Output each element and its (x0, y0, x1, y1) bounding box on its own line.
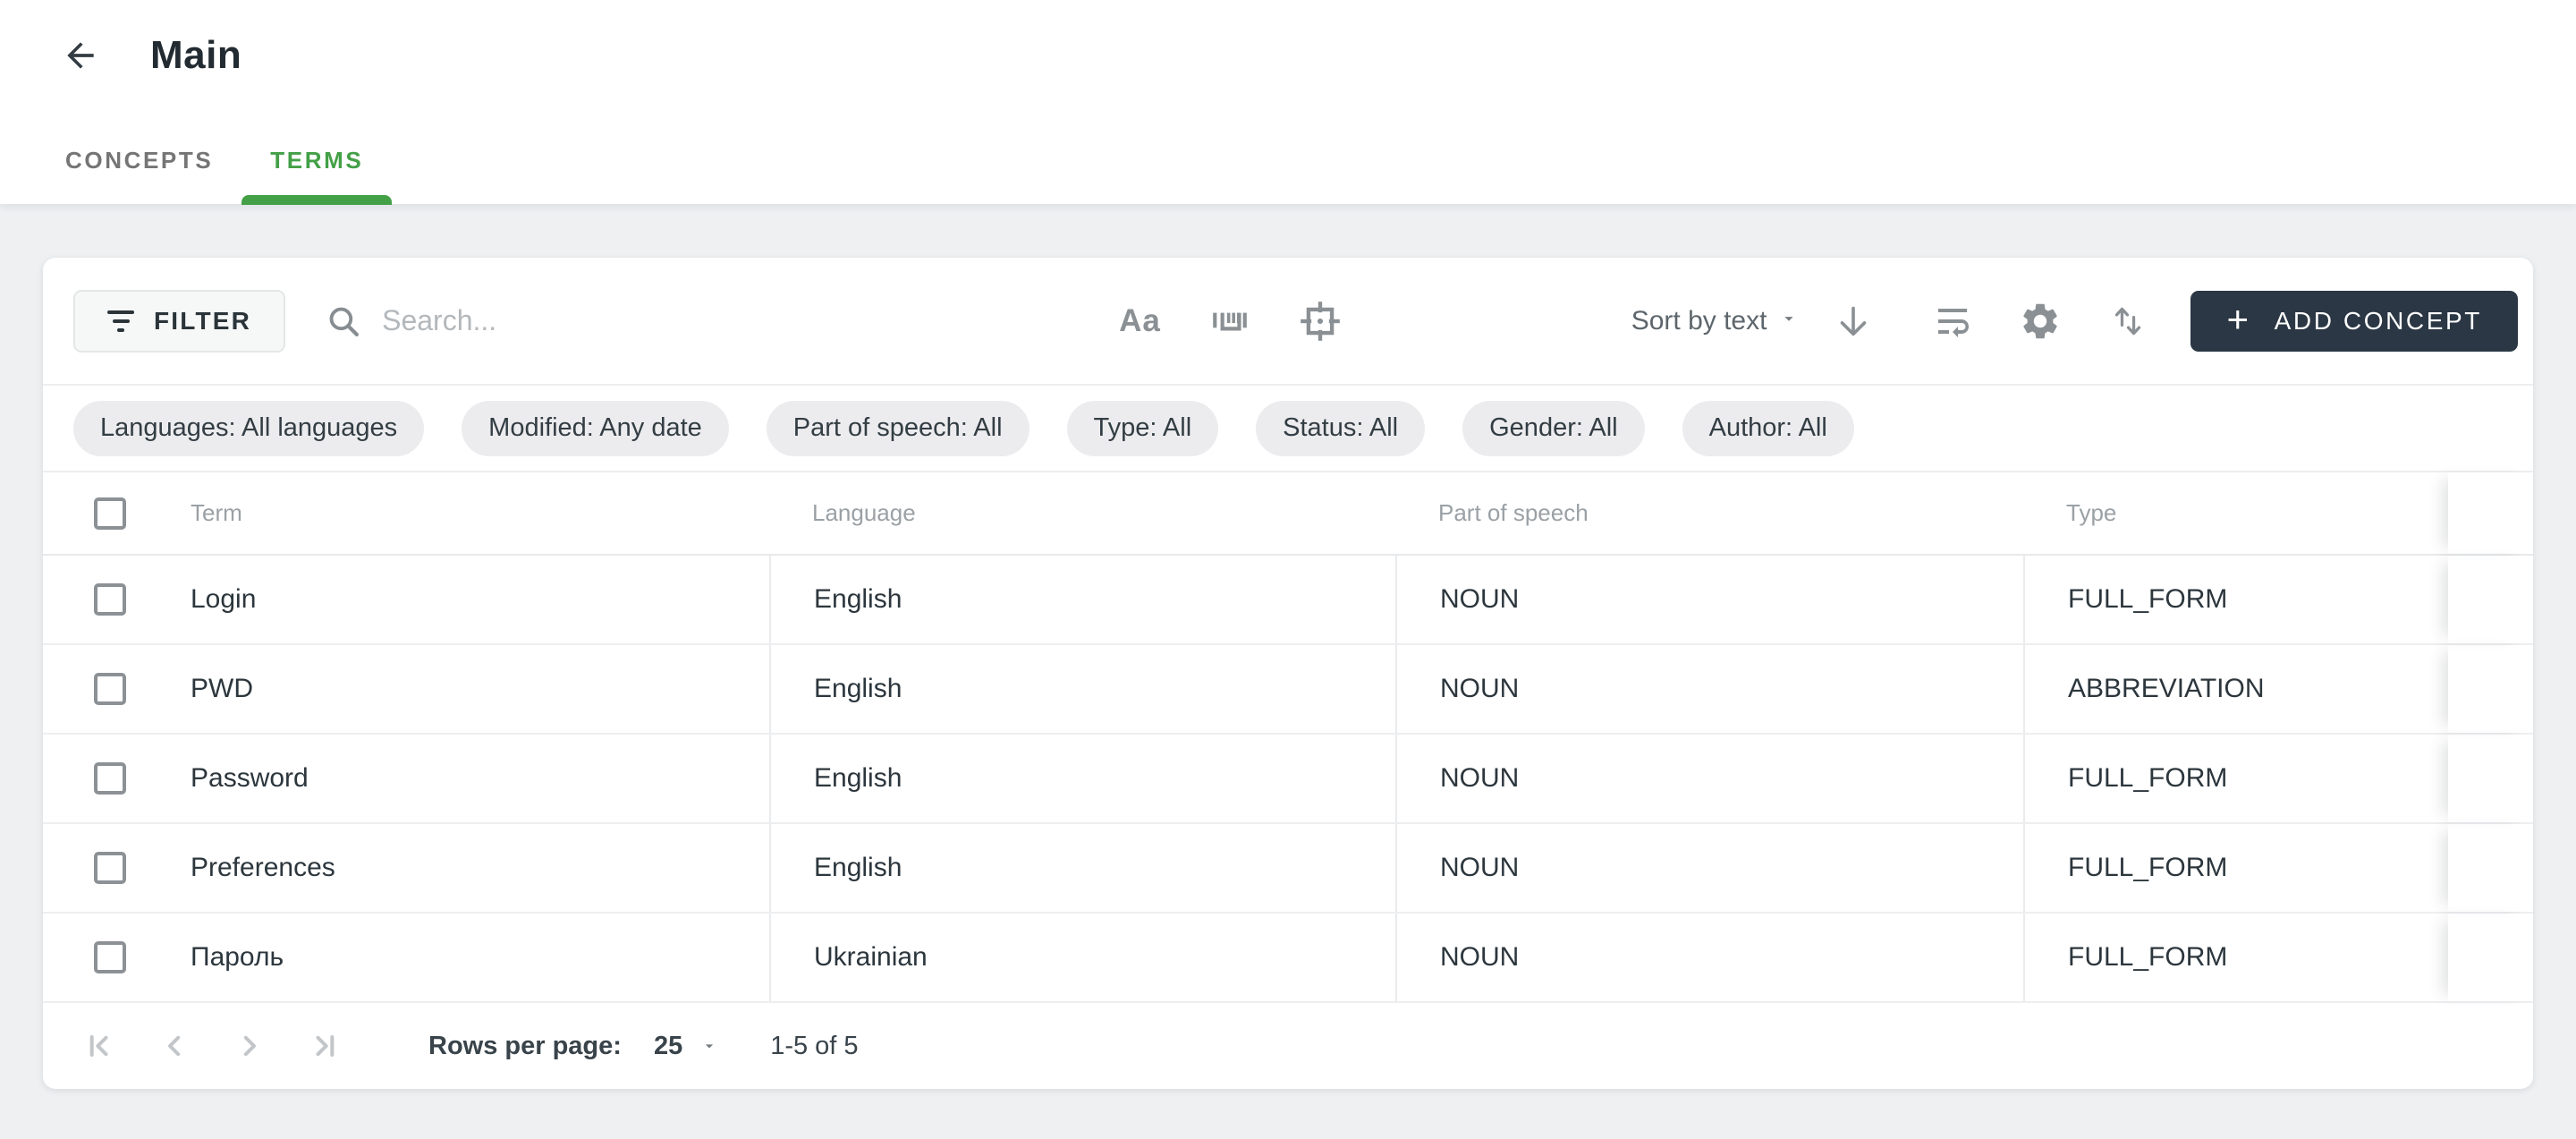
page-header: Main CONCEPTS TERMS (0, 0, 2576, 204)
row-checkbox[interactable] (94, 673, 126, 705)
search-input[interactable] (382, 304, 1004, 337)
table-row[interactable]: Login English NOUN FULL_FORM (43, 556, 2533, 645)
pagination-bar: Rows per page: 25 1-5 of 5 (43, 1003, 2533, 1089)
row-checkbox[interactable] (94, 852, 126, 884)
pinned-header-cell (2448, 472, 2533, 554)
type-cell: FULL_FORM (2023, 556, 2448, 643)
app-root: Main CONCEPTS TERMS FILTER (0, 0, 2576, 1139)
rows-per-page-label: Rows per page: (428, 1032, 622, 1061)
chip-type[interactable]: Type: All (1067, 401, 1219, 456)
part-of-speech-cell: NOUN (1395, 645, 2023, 733)
pinned-cell (2448, 824, 2533, 912)
filter-button-label: FILTER (154, 307, 251, 336)
barcode-icon-glyph (1209, 301, 1250, 342)
language-cell: English (769, 824, 1395, 912)
gear-icon[interactable] (2019, 300, 2062, 343)
active-tab-indicator (242, 195, 392, 205)
sort-caret-icon[interactable] (1779, 309, 1799, 333)
pagination-range: 1-5 of 5 (770, 1032, 858, 1061)
search-box (325, 302, 1004, 340)
tab-bar: CONCEPTS TERMS (37, 116, 392, 204)
row-checkbox[interactable] (94, 583, 126, 616)
rows-per-page-select[interactable]: 25 (654, 1032, 682, 1061)
term-cell: Password (191, 763, 309, 794)
table-toolbar: FILTER Aa (43, 258, 2533, 386)
term-cell: Пароль (191, 942, 284, 973)
term-cell: PWD (191, 674, 253, 704)
pinned-cell (2448, 914, 2533, 1001)
tab-terms-label: TERMS (270, 147, 363, 174)
focus-frame-icon-glyph (1299, 300, 1342, 343)
tab-terms[interactable]: TERMS (242, 116, 392, 204)
sort-direction-icon[interactable] (1833, 301, 1874, 342)
search-option-icons: Aa (1119, 300, 1342, 343)
column-header-language: Language (769, 472, 1395, 554)
chip-gender[interactable]: Gender: All (1462, 401, 1644, 456)
toolbar-right-group: Sort by text (1631, 291, 2533, 352)
rows-per-page-caret-icon[interactable] (700, 1037, 718, 1055)
filter-button[interactable]: FILTER (73, 290, 285, 353)
chip-languages[interactable]: Languages: All languages (73, 401, 424, 456)
part-of-speech-cell: NOUN (1395, 735, 2023, 822)
type-cell: FULL_FORM (2023, 824, 2448, 912)
last-page-button[interactable] (307, 1028, 343, 1064)
import-export-icon[interactable] (2106, 300, 2149, 343)
table-row[interactable]: Preferences English NOUN FULL_FORM (43, 824, 2533, 914)
type-cell: FULL_FORM (2023, 914, 2448, 1001)
plus-icon: + (2226, 301, 2250, 338)
match-case-icon[interactable]: Aa (1119, 303, 1161, 339)
table-row[interactable]: PWD English NOUN ABBREVIATION (43, 645, 2533, 735)
pinned-cell (2448, 735, 2533, 822)
part-of-speech-cell: NOUN (1395, 556, 2023, 643)
filter-chips-row: Languages: All languages Modified: Any d… (43, 386, 2533, 472)
filter-icon (107, 310, 134, 332)
column-header-part-of-speech: Part of speech (1395, 472, 2023, 554)
column-header-type: Type (2023, 472, 2448, 554)
row-checkbox[interactable] (94, 941, 126, 973)
add-concept-label: ADD CONCEPT (2275, 307, 2482, 336)
chip-part-of-speech[interactable]: Part of speech: All (767, 401, 1030, 456)
type-cell: FULL_FORM (2023, 735, 2448, 822)
part-of-speech-cell: NOUN (1395, 824, 2023, 912)
arrow-back-icon (61, 36, 100, 75)
language-cell: English (769, 735, 1395, 822)
barcode-icon[interactable] (1209, 301, 1250, 342)
terms-card: FILTER Aa (43, 258, 2533, 1089)
back-button[interactable] (57, 32, 104, 79)
pinned-cell (2448, 645, 2533, 733)
add-concept-button[interactable]: + ADD CONCEPT (2190, 291, 2518, 352)
focus-frame-icon[interactable] (1299, 300, 1342, 343)
tab-concepts-label: CONCEPTS (65, 147, 213, 174)
language-cell: English (769, 556, 1395, 643)
type-cell: ABBREVIATION (2023, 645, 2448, 733)
table-row[interactable]: Password English NOUN FULL_FORM (43, 735, 2533, 824)
language-cell: Ukrainian (769, 914, 1395, 1001)
column-header-term: Term (191, 499, 242, 527)
next-page-button[interactable] (232, 1028, 267, 1064)
language-cell: English (769, 645, 1395, 733)
chip-modified[interactable]: Modified: Any date (462, 401, 729, 456)
wrap-text-icon[interactable] (1931, 300, 1974, 343)
part-of-speech-cell: NOUN (1395, 914, 2023, 1001)
chip-status[interactable]: Status: All (1256, 401, 1425, 456)
previous-page-button[interactable] (157, 1028, 192, 1064)
table-row[interactable]: Пароль Ukrainian NOUN FULL_FORM (43, 914, 2533, 1003)
term-cell: Login (191, 584, 256, 615)
table-header-row: Term Language Part of speech Type (43, 472, 2533, 556)
first-page-button[interactable] (81, 1028, 117, 1064)
sort-by-select[interactable]: Sort by text (1631, 306, 1767, 336)
term-cell: Preferences (191, 853, 335, 883)
pinned-cell (2448, 556, 2533, 643)
chip-author[interactable]: Author: All (1682, 401, 1854, 456)
search-icon (325, 302, 362, 340)
page-title: Main (150, 33, 242, 78)
row-checkbox[interactable] (94, 762, 126, 795)
select-all-checkbox[interactable] (94, 497, 126, 530)
tab-concepts[interactable]: CONCEPTS (37, 116, 242, 204)
